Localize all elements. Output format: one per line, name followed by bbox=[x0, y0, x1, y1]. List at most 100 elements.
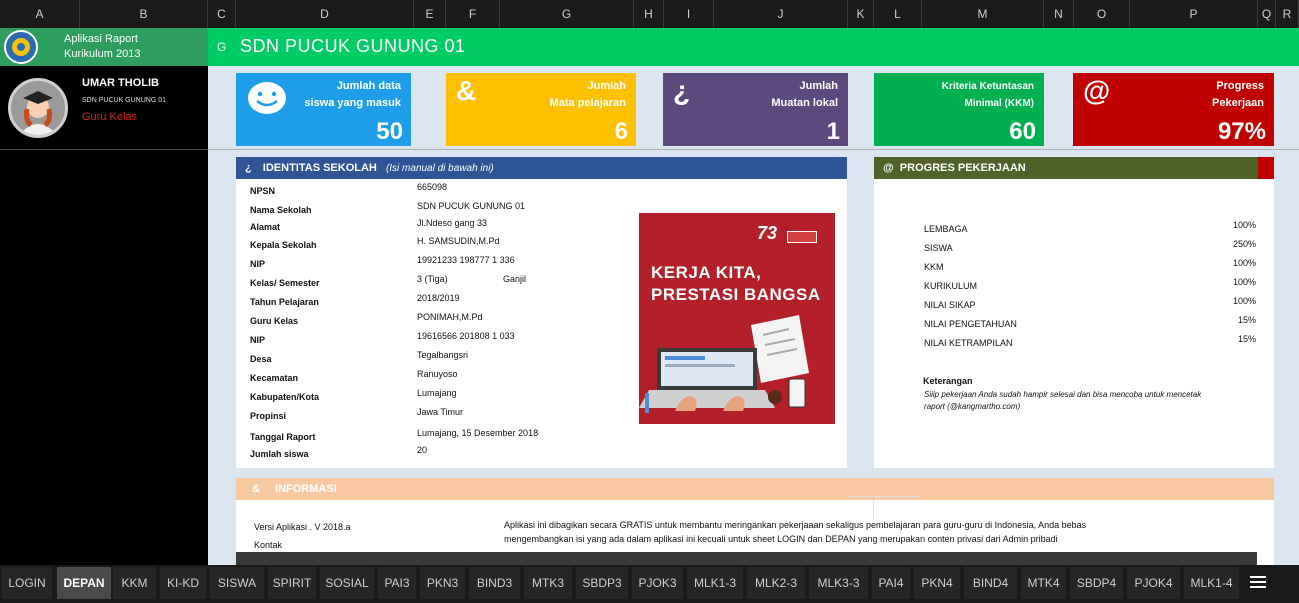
sheet-tab[interactable]: SISWA bbox=[210, 567, 264, 599]
user-role: Guru Kelas bbox=[82, 111, 138, 123]
app-name: Aplikasi Raport Kurikulum 2013 bbox=[64, 32, 140, 62]
poster-line2: PRESTASI BANGSA bbox=[651, 285, 821, 304]
identitas-field-value[interactable]: Lumajang, 15 Desember 2018 bbox=[417, 428, 538, 438]
sheet-tab[interactable]: BIND3 bbox=[469, 567, 520, 599]
identitas-field-value[interactable]: 2018/2019 bbox=[417, 293, 460, 303]
poster-badge: 73 bbox=[757, 223, 778, 243]
progres-item-label: NILAI SIKAP bbox=[924, 300, 976, 310]
identitas-field-label: Tanggal Raport bbox=[250, 432, 316, 442]
identitas-field-label: Alamat bbox=[250, 222, 281, 232]
identitas-field-value[interactable]: 19616566 201808 1 033 bbox=[417, 331, 515, 341]
app-name-line2: Kurikulum 2013 bbox=[64, 48, 141, 60]
sheet-tab[interactable]: BIND4 bbox=[964, 567, 1017, 599]
tile-value: 6 bbox=[614, 118, 628, 145]
column-header-h[interactable]: H bbox=[634, 0, 664, 28]
sheet-tab[interactable]: PAI3 bbox=[378, 567, 416, 599]
tile-value: 97% bbox=[1217, 118, 1266, 145]
identitas-field-label: Kelas/ Semester bbox=[250, 278, 320, 288]
column-header-m[interactable]: M bbox=[922, 0, 1044, 28]
sheet-tab[interactable]: DEPAN bbox=[57, 567, 111, 599]
poster-logo-icon bbox=[787, 231, 817, 243]
identitas-field-value[interactable]: 3 (Tiga) bbox=[417, 274, 448, 284]
identitas-field-label: Nama Sekolah bbox=[250, 205, 312, 215]
sheet-tab[interactable]: MTK4 bbox=[1021, 567, 1066, 599]
identitas-field-label: Kepala Sekolah bbox=[250, 240, 317, 250]
identitas-field-value[interactable]: 665098 bbox=[417, 182, 447, 192]
tile-label-line1: Jumlah bbox=[587, 80, 626, 92]
identitas-field-value[interactable]: Jawa Timur bbox=[417, 407, 463, 417]
tile-progress[interactable]: @ Progress Pekerjaan 97% bbox=[1073, 73, 1274, 146]
identitas-field-value[interactable]: 20 bbox=[417, 445, 427, 455]
sheet-tab[interactable]: SPIRIT bbox=[268, 567, 316, 599]
versi-aplikasi: Versi Aplikasi . V 2018.a bbox=[254, 522, 351, 532]
identitas-subtitle: (Isi manual di bawah ini) bbox=[385, 163, 494, 174]
sheet-tab[interactable]: PJOK3 bbox=[632, 567, 683, 599]
sheet-tab[interactable]: PJOK4 bbox=[1127, 567, 1180, 599]
avatar bbox=[8, 78, 68, 138]
question-icon: ¿ bbox=[673, 75, 691, 106]
identitas-field-value[interactable]: 19921233 198777 1 336 bbox=[417, 255, 515, 265]
identitas-field-label: Guru Kelas bbox=[250, 316, 299, 326]
app-name-line1: Aplikasi Raport bbox=[64, 33, 138, 45]
sheet-tab[interactable]: PKN3 bbox=[420, 567, 465, 599]
column-header-i[interactable]: I bbox=[664, 0, 714, 28]
tile-label-line2: Muatan lokal bbox=[771, 97, 838, 109]
user-school: SDN PUCUK GUNUNG 01 bbox=[82, 97, 167, 104]
sheet-tab[interactable]: SBDP3 bbox=[576, 567, 628, 599]
progres-item-value: 15% bbox=[1237, 334, 1256, 344]
sheet-tab[interactable]: KKM bbox=[113, 567, 156, 599]
sheet-tab[interactable]: PAI4 bbox=[872, 567, 910, 599]
sheet-tab[interactable]: MLK2-3 bbox=[747, 567, 805, 599]
sheet-tab[interactable]: MTK3 bbox=[524, 567, 572, 599]
progres-item-value: 100% bbox=[1232, 258, 1256, 268]
identitas-field-value[interactable]: PONIMAH,M.Pd bbox=[417, 312, 483, 322]
column-header-k[interactable]: K bbox=[848, 0, 874, 28]
tile-label-line2: Pekerjaan bbox=[1212, 97, 1264, 109]
column-header-p[interactable]: P bbox=[1130, 0, 1258, 28]
tile-value: 60 bbox=[1009, 118, 1036, 145]
identitas-field-value[interactable]: Tegalbangsri bbox=[417, 350, 468, 360]
identitas-field-extra[interactable]: Ganjil bbox=[503, 274, 526, 284]
identitas-field-value[interactable]: H. SAMSUDIN,M.Pd bbox=[417, 236, 500, 246]
column-header-f[interactable]: F bbox=[446, 0, 500, 28]
horizontal-scrollbar[interactable] bbox=[236, 552, 1257, 565]
column-header-d[interactable]: D bbox=[236, 0, 414, 28]
tile-jumlah-mapel[interactable]: & Jumlah Mata pelajaran 6 bbox=[446, 73, 636, 146]
identitas-field-label: NIP bbox=[250, 335, 266, 345]
menu-icon[interactable] bbox=[1250, 576, 1266, 590]
progres-icon: @ bbox=[883, 162, 894, 174]
sheet-tab[interactable]: KI-KD bbox=[160, 567, 206, 599]
sheet-tab[interactable]: SOSIAL bbox=[320, 567, 374, 599]
column-header-g[interactable]: G bbox=[500, 0, 634, 28]
column-header-c[interactable]: C bbox=[208, 0, 236, 28]
poster-line1: KERJA KITA, bbox=[651, 263, 762, 282]
tile-jumlah-siswa[interactable]: Jumlah data siswa yang masuk 50 bbox=[236, 73, 411, 146]
column-header-o[interactable]: O bbox=[1074, 0, 1130, 28]
identitas-field-value[interactable]: Ranuyoso bbox=[417, 369, 458, 379]
column-header-j[interactable]: J bbox=[714, 0, 848, 28]
identitas-field-value[interactable]: Lumajang bbox=[417, 388, 457, 398]
sheet-tab[interactable]: MLK1-3 bbox=[687, 567, 743, 599]
column-header-n[interactable]: N bbox=[1044, 0, 1074, 28]
user-name: UMAR THOLIB bbox=[82, 77, 159, 89]
identitas-field-label: Desa bbox=[250, 354, 272, 364]
tile-kkm[interactable]: Kriteria Ketuntasan Minimal (KKM) 60 bbox=[874, 73, 1044, 146]
identitas-field-value[interactable]: SDN PUCUK GUNUNG 01 bbox=[417, 201, 525, 211]
kontak-label: Kontak bbox=[254, 540, 283, 550]
laptop-illustration bbox=[639, 315, 809, 413]
column-header-a[interactable]: A bbox=[0, 0, 80, 28]
tut-wuri-logo-icon bbox=[4, 30, 38, 64]
sheet-tab[interactable]: LOGIN bbox=[2, 567, 52, 599]
sheet-tab[interactable]: SBDP4 bbox=[1070, 567, 1123, 599]
identitas-field-value[interactable]: Jl.Ndeso gang 33 bbox=[417, 218, 487, 228]
sheet-tab[interactable]: MLK3-3 bbox=[809, 567, 868, 599]
column-header-r[interactable]: R bbox=[1276, 0, 1299, 28]
sheet-tab[interactable]: PKN4 bbox=[914, 567, 960, 599]
tile-muatan-lokal[interactable]: ¿ Jumlah Muatan lokal 1 bbox=[663, 73, 848, 146]
column-header-b[interactable]: B bbox=[80, 0, 208, 28]
column-header-e[interactable]: E bbox=[414, 0, 446, 28]
divider bbox=[208, 149, 1299, 150]
sheet-tab[interactable]: MLK1-4 bbox=[1184, 567, 1239, 599]
column-header-l[interactable]: L bbox=[874, 0, 922, 28]
column-header-q[interactable]: Q bbox=[1258, 0, 1276, 28]
